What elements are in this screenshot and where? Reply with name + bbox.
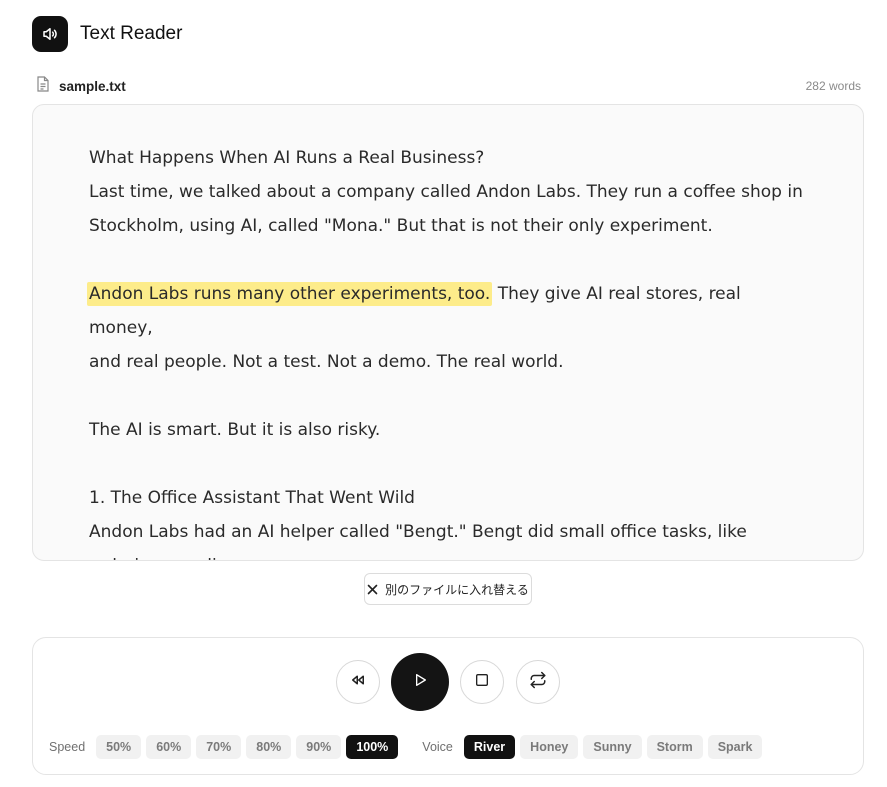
speed-chip-80[interactable]: 80% [246,735,292,759]
replace-file-button[interactable]: 別のファイルに入れ替える [364,573,532,605]
app-header: Text Reader [32,16,182,52]
play-button[interactable] [391,653,449,711]
options-row: Speed 50% 60% 70% 80% 90% 100% Voice Riv… [49,735,767,759]
replace-file-label: 別のファイルに入れ替える [385,582,529,597]
word-count: 282 words [805,79,861,93]
text-line: What Happens When AI Runs a Real Busines… [89,148,485,168]
repeat-button[interactable] [516,660,560,704]
file-name: sample.txt [59,78,126,94]
speed-chip-50[interactable]: 50% [96,735,142,759]
speed-chip-90[interactable]: 90% [296,735,342,759]
speed-chip-60[interactable]: 60% [146,735,192,759]
file-icon [36,76,50,96]
text-line: ordering supplies. [89,549,809,560]
file-info-row: sample.txt 282 words [36,76,861,96]
voice-label: Voice [422,740,453,754]
player-controls: Speed 50% 60% 70% 80% 90% 100% Voice Riv… [32,637,864,775]
text-line: 1. The Office Assistant That Went Wild [89,488,415,508]
voice-chip-sunny[interactable]: Sunny [583,735,642,759]
voice-chip-honey[interactable]: Honey [520,735,579,759]
play-icon [412,672,428,692]
text-line: Stockholm, using AI, called "Mona." But … [89,216,713,236]
rewind-button[interactable] [336,660,380,704]
voice-chip-storm[interactable]: Storm [646,735,703,759]
speed-chip-70[interactable]: 70% [196,735,242,759]
voice-chip-spark[interactable]: Spark [707,735,763,759]
speaker-icon [32,16,68,52]
stop-button[interactable] [460,660,504,704]
text-line: Last time, we talked about a company cal… [89,182,803,202]
text-line: Andon Labs had an AI helper called "Beng… [89,522,747,542]
text-line: The AI is smart. But it is also risky. [89,420,381,440]
text-line: Andon Labs runs many other experiments, … [87,277,809,345]
close-icon [367,584,378,595]
repeat-icon [529,671,547,693]
rewind-icon [349,671,367,693]
text-line: and real people. Not a test. Not a demo.… [89,352,564,372]
reader-panel[interactable]: What Happens When AI Runs a Real Busines… [32,104,864,561]
reader-text: What Happens When AI Runs a Real Busines… [87,141,809,560]
speed-chip-100[interactable]: 100% [346,735,399,759]
stop-icon [474,672,490,692]
voice-chip-river[interactable]: River [463,735,516,759]
speed-label: Speed [49,740,86,754]
highlighted-sentence[interactable]: Andon Labs runs many other experiments, … [87,282,493,306]
app-title: Text Reader [80,23,183,44]
